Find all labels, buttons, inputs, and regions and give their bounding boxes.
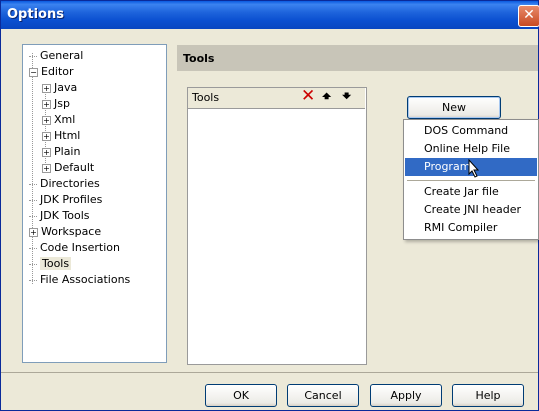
tree-item-jdk-tools[interactable]: JDK Tools	[29, 208, 90, 224]
delete-icon[interactable]: ✕	[301, 88, 315, 105]
title-bar: Options ✕	[1, 1, 539, 29]
tree-item-label: Plain	[54, 145, 81, 158]
expand-icon[interactable]: +	[42, 163, 51, 173]
mouse-cursor-icon	[468, 159, 480, 178]
expand-icon[interactable]: +	[29, 227, 38, 237]
tree-item-general[interactable]: General	[29, 48, 83, 64]
tree-item-label: Html	[54, 129, 81, 142]
tree-connector	[29, 215, 37, 217]
tree-item-label: JDK Tools	[40, 209, 90, 222]
tree-item-label: Jsp	[54, 97, 70, 110]
expand-icon[interactable]: +	[42, 115, 51, 125]
menu-item-create-jar-file[interactable]: Create Jar file	[405, 183, 537, 201]
expand-icon[interactable]: +	[42, 147, 51, 157]
tree-connector	[29, 55, 37, 57]
options-tree[interactable]: General − Editor + Java + Jsp + Xml + Html + Plain + D…	[22, 44, 167, 363]
collapse-icon[interactable]: −	[29, 67, 38, 77]
tree-item-label: Tools	[40, 257, 72, 270]
tree-connector	[29, 263, 37, 265]
panel-header: Tools	[177, 45, 538, 71]
tree-item-html[interactable]: + Html	[42, 128, 80, 144]
tools-list-label: Tools	[192, 91, 220, 104]
menu-item-dos-command[interactable]: DOS Command	[405, 122, 537, 140]
arrow-down-icon[interactable]: 🠻	[342, 88, 351, 104]
menu-item-rmi-compiler[interactable]: RMI Compiler	[405, 219, 537, 237]
menu-item-create-jni-header[interactable]: Create JNI header	[405, 201, 537, 219]
tree-item-label: Workspace	[41, 225, 102, 238]
expand-icon[interactable]: +	[42, 83, 51, 93]
panel-title: Tools	[183, 52, 215, 65]
menu-item-online-help-file[interactable]: Online Help File	[405, 140, 537, 158]
tools-list[interactable]	[187, 87, 367, 365]
tree-connector	[29, 279, 37, 281]
tree-item-label: Directories	[40, 177, 100, 190]
arrow-up-icon[interactable]: 🠹	[322, 88, 331, 104]
tree-item-label: Code Insertion	[40, 241, 120, 254]
tree-item-jsp[interactable]: + Jsp	[42, 96, 70, 112]
ok-button[interactable]: OK	[205, 384, 277, 407]
close-icon[interactable]: ✕	[518, 5, 539, 27]
apply-button[interactable]: Apply	[370, 384, 442, 407]
tree-item-label: Xml	[54, 113, 76, 126]
footer-divider	[1, 372, 538, 373]
tree-item-editor[interactable]: − Editor	[29, 64, 74, 80]
tree-connector	[29, 247, 37, 249]
new-dropdown-menu: DOS Command Online Help File Program Cre…	[403, 119, 539, 240]
tree-item-label: Java	[54, 81, 78, 94]
window-title: Options	[7, 7, 64, 22]
tree-item-jdk-profiles[interactable]: JDK Profiles	[29, 192, 102, 208]
help-button[interactable]: Help	[452, 384, 524, 407]
tree-item-plain[interactable]: + Plain	[42, 144, 80, 160]
tree-connector	[29, 183, 37, 185]
expand-icon[interactable]: +	[42, 131, 51, 141]
tree-item-file-associations[interactable]: File Associations	[29, 272, 130, 288]
expand-icon[interactable]: +	[42, 99, 51, 109]
cancel-button[interactable]: Cancel	[287, 384, 359, 407]
tree-item-workspace[interactable]: + Workspace	[29, 224, 101, 240]
tree-item-code-insertion[interactable]: Code Insertion	[29, 240, 120, 256]
tree-connector	[29, 199, 37, 201]
options-dialog: Options ✕ General − Editor + Java + Jsp + Xml + Ht…	[0, 0, 539, 411]
new-button[interactable]: New	[407, 96, 501, 119]
menu-separator	[407, 180, 535, 181]
tree-item-java[interactable]: + Java	[42, 80, 77, 96]
tree-item-directories[interactable]: Directories	[29, 176, 100, 192]
tree-item-label: JDK Profiles	[40, 193, 103, 206]
tree-item-label: File Associations	[40, 273, 131, 286]
tree-item-label: Default	[54, 161, 95, 174]
tree-item-label: Editor	[41, 65, 74, 78]
tree-item-label: General	[40, 49, 84, 62]
tree-item-tools[interactable]: Tools	[29, 256, 72, 272]
tree-item-default[interactable]: + Default	[42, 160, 94, 176]
tree-item-xml[interactable]: + Xml	[42, 112, 75, 128]
